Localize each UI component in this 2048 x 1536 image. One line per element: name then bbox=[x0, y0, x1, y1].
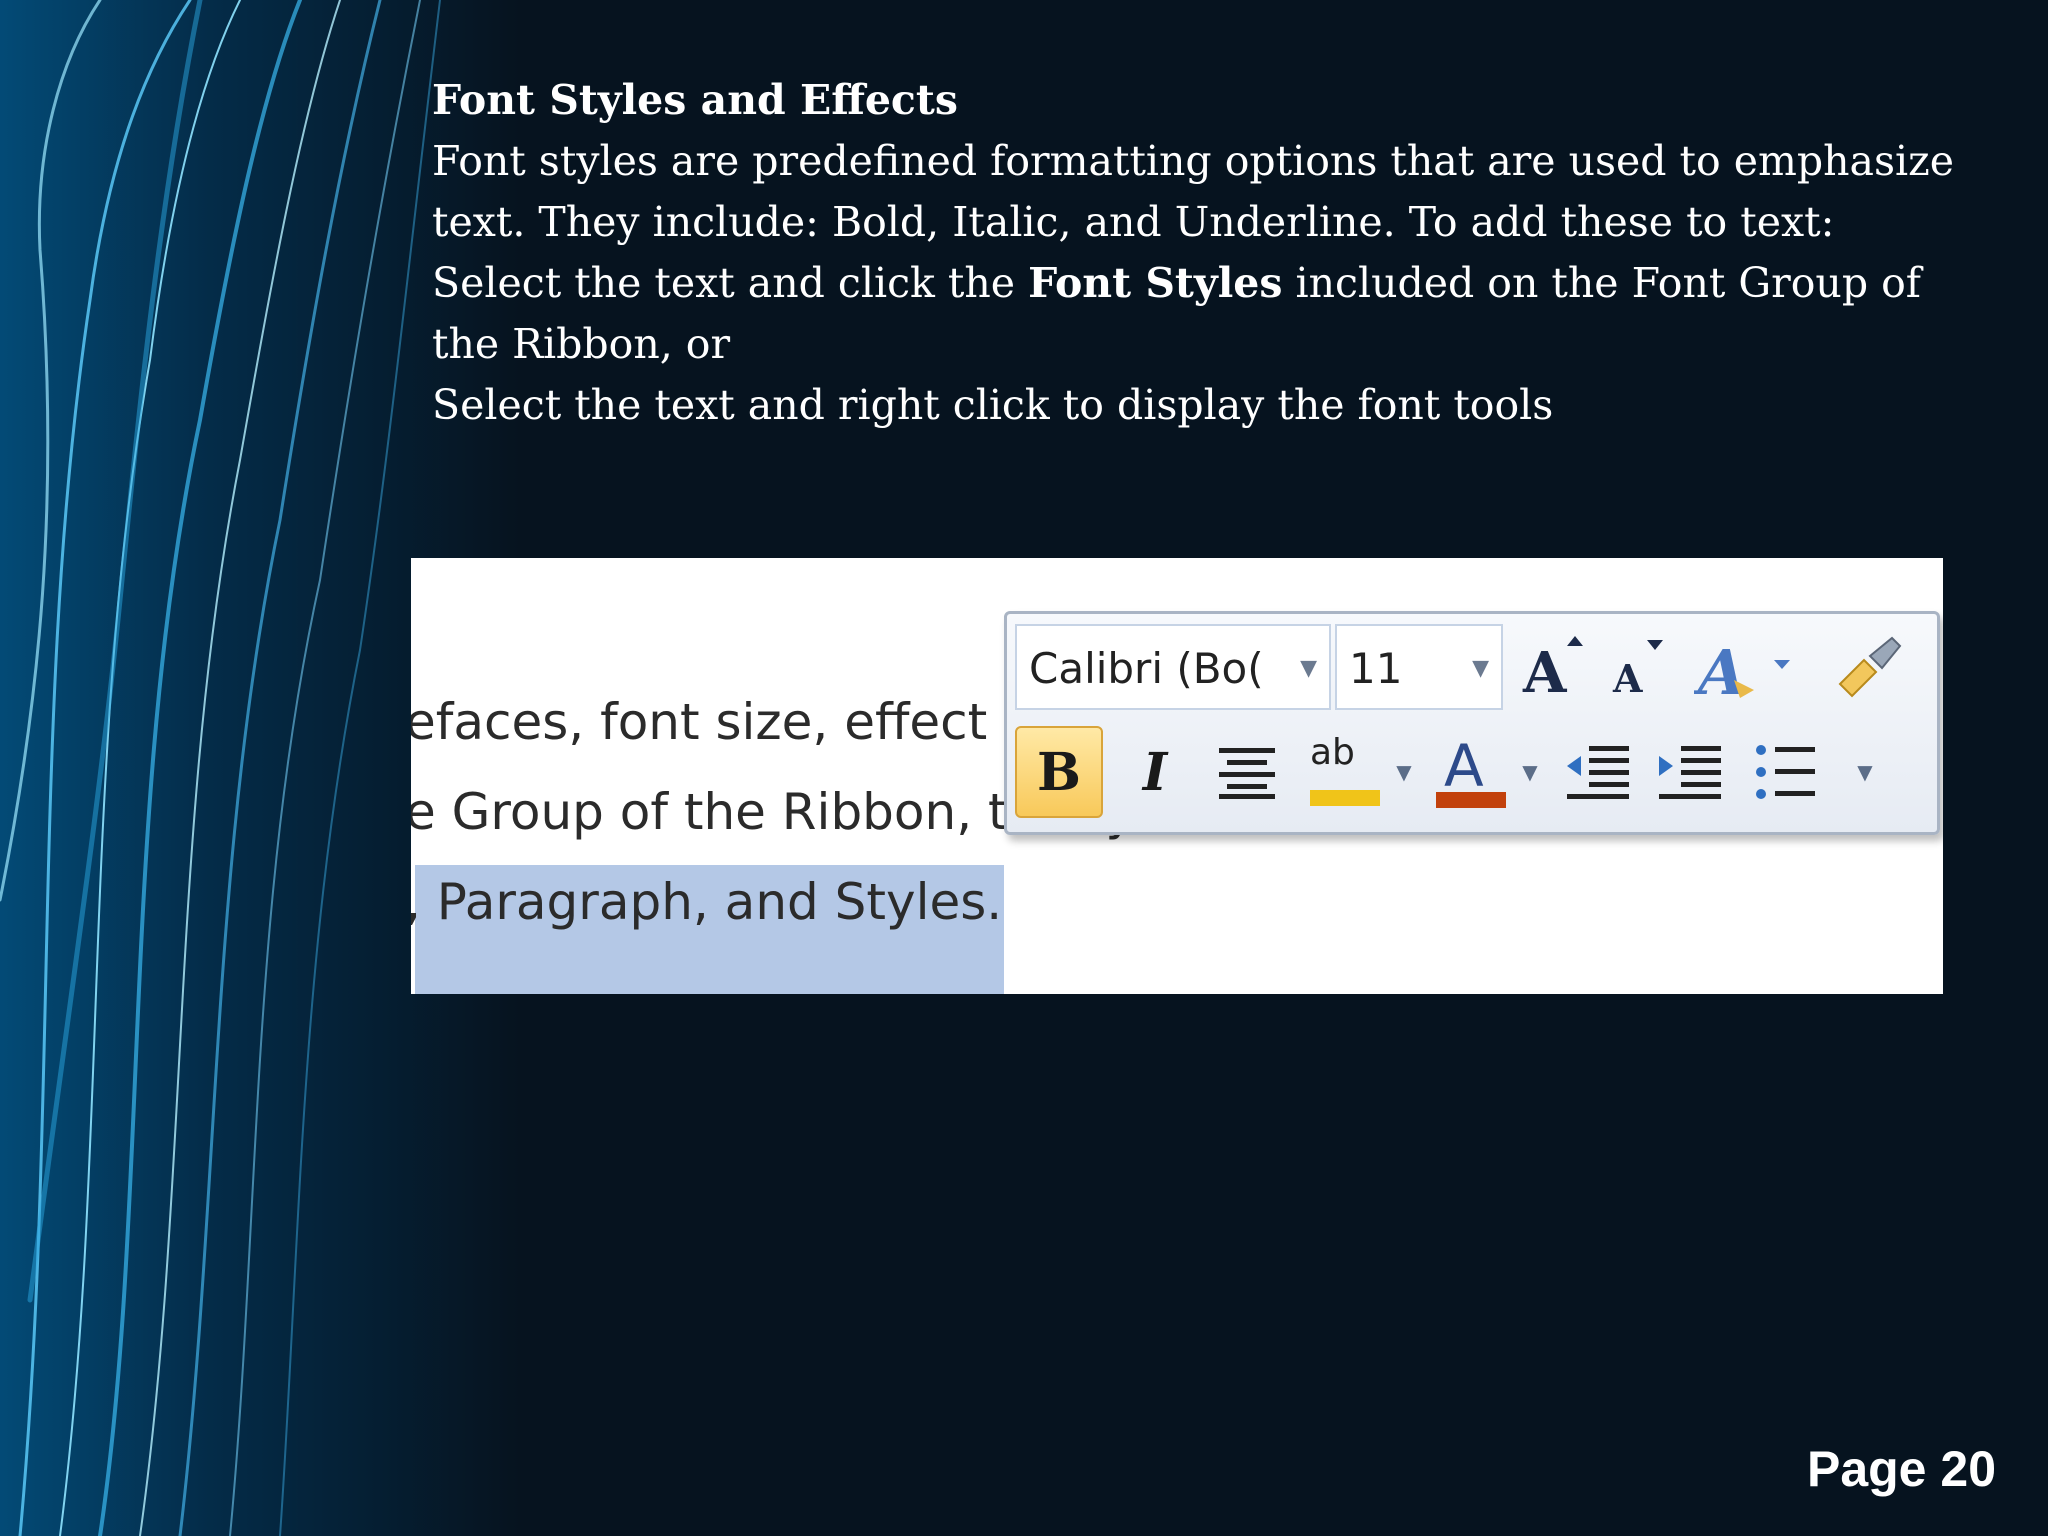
font-name-combo[interactable]: Calibri (Bo( ▼ bbox=[1015, 624, 1331, 710]
bullet-list-icon bbox=[1756, 745, 1815, 799]
font-color-swatch bbox=[1436, 792, 1506, 808]
page-number: Page 20 bbox=[1806, 1441, 1996, 1497]
background-light-streaks bbox=[0, 0, 441, 1536]
grow-font-icon: A bbox=[1522, 636, 1583, 706]
paragraph-intro: Font styles are predefined formatting op… bbox=[432, 137, 1955, 246]
paragraph-ribbon: Select the text and click the Font Style… bbox=[432, 253, 1972, 375]
mini-toolbar: Calibri (Bo( ▼ 11 ▼ A A A B I ab ▼ A ▼ ▼ bbox=[1004, 611, 1940, 835]
font-name-value: Calibri (Bo( bbox=[1029, 644, 1264, 693]
font-size-value: 11 bbox=[1349, 644, 1403, 693]
chevron-down-icon[interactable]: ▼ bbox=[1300, 626, 1317, 708]
highlighter-icon: ab bbox=[1308, 732, 1384, 812]
increase-indent-icon bbox=[1659, 746, 1721, 799]
highlight-label: ab bbox=[1310, 732, 1355, 773]
font-size-combo[interactable]: 11 ▼ bbox=[1335, 624, 1503, 710]
font-color-button[interactable]: A bbox=[1429, 726, 1515, 818]
increase-indent-button[interactable] bbox=[1647, 726, 1733, 818]
styles-button[interactable]: A bbox=[1691, 628, 1801, 708]
mini-toolbar-screenshot: efaces, font size, effect e Group of the… bbox=[411, 558, 1943, 994]
bullets-button[interactable] bbox=[1743, 726, 1829, 818]
svg-text:A: A bbox=[1444, 732, 1484, 792]
font-color-dropdown-chevron-icon[interactable]: ▼ bbox=[1515, 726, 1545, 818]
paintbrush-icon bbox=[1838, 636, 1902, 698]
document-line-3: , Paragraph, and Styles. bbox=[411, 873, 1003, 931]
italic-icon: I bbox=[1142, 741, 1168, 803]
decrease-indent-icon bbox=[1567, 746, 1629, 799]
font-color-icon: A bbox=[1434, 732, 1510, 812]
slide-heading: Font Styles and Effects bbox=[432, 76, 958, 124]
center-align-button[interactable] bbox=[1207, 726, 1287, 818]
document-line-1: efaces, font size, effect bbox=[411, 693, 988, 751]
decrease-indent-button[interactable] bbox=[1555, 726, 1641, 818]
svg-text:A: A bbox=[1522, 640, 1568, 706]
grow-font-button[interactable]: A bbox=[1515, 628, 1589, 708]
styles-icon: A bbox=[1694, 636, 1790, 706]
align-center-icon bbox=[1219, 748, 1275, 799]
paragraph-right-click: Select the text and right click to displ… bbox=[432, 381, 1554, 429]
font-styles-emphasis: Font Styles bbox=[1028, 259, 1283, 307]
svg-text:A: A bbox=[1694, 636, 1746, 706]
highlight-dropdown-chevron-icon[interactable]: ▼ bbox=[1389, 726, 1419, 818]
format-painter-button[interactable] bbox=[1819, 628, 1915, 708]
paragraph-ribbon-before: Select the text and click the bbox=[432, 259, 1029, 307]
chevron-down-icon[interactable]: ▼ bbox=[1472, 626, 1489, 708]
bold-icon: B bbox=[1037, 741, 1081, 803]
highlight-button[interactable]: ab bbox=[1303, 726, 1389, 818]
highlight-color-swatch bbox=[1310, 790, 1380, 806]
shrink-font-button[interactable]: A bbox=[1601, 628, 1671, 708]
slide-text: Font Styles and Effects Font styles are … bbox=[432, 70, 1972, 436]
svg-text:A: A bbox=[1612, 656, 1643, 701]
bullets-dropdown-chevron-icon[interactable]: ▼ bbox=[1845, 726, 1885, 818]
bold-button[interactable]: B bbox=[1015, 726, 1103, 818]
shrink-font-icon: A bbox=[1612, 640, 1663, 701]
italic-button[interactable]: I bbox=[1115, 726, 1195, 818]
